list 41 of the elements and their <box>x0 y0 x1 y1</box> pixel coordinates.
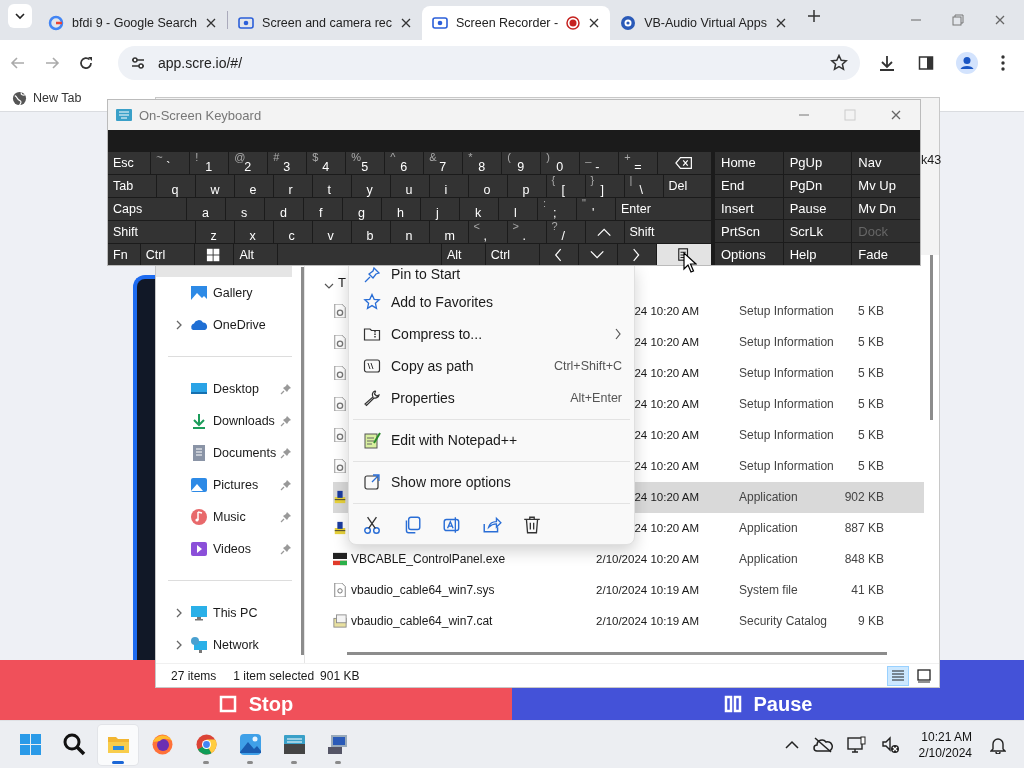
address-text: k43 <box>921 153 942 167</box>
file-type: Setup Information <box>738 397 835 412</box>
file-size: 41 KB <box>850 583 884 598</box>
selection-size: 901 KB <box>320 668 360 683</box>
file-size: 9 KB <box>857 614 884 629</box>
file-type: Setup Information <box>738 366 835 381</box>
file-size: 5 KB <box>857 428 884 443</box>
file-type: Application <box>738 490 799 505</box>
file-date: 2/10/2024 10:19 AM <box>595 584 699 597</box>
file-type: Setup Information <box>738 428 835 443</box>
file-type: Setup Information <box>738 335 835 350</box>
file-date: 2/10/2024 10:20 AM <box>595 553 699 566</box>
file-type: Setup Information <box>738 459 835 474</box>
file-date: 24 10:20 AM <box>633 522 699 535</box>
file-date: 24 10:20 AM <box>633 398 699 411</box>
file-size: 5 KB <box>857 304 884 319</box>
window-title: On-Screen Keyboard <box>139 107 263 123</box>
file-name: vbaudio_cable64_win7.cat <box>350 614 494 629</box>
file-date: 24 10:20 AM <box>633 336 699 349</box>
file-type: Application <box>738 552 799 567</box>
file-size: 5 KB <box>857 459 884 474</box>
file-date: 2/10/2024 10:19 AM <box>595 615 699 628</box>
file-size: 887 KB <box>843 521 884 536</box>
file-type: System file <box>738 583 799 598</box>
file-type: Security Catalog <box>738 614 829 629</box>
file-size: 5 KB <box>857 366 884 381</box>
file-name: VBCABLE_ControlPanel.exe <box>350 552 507 567</box>
file-size: 848 KB <box>843 552 884 567</box>
file-size: 902 KB <box>843 490 884 505</box>
file-date: 24 10:20 AM <box>633 367 699 380</box>
file-name: vbaudio_cable64_win7.sys <box>350 583 496 598</box>
file-date: 24 10:20 AM <box>633 491 699 504</box>
file-size: 5 KB <box>857 335 884 350</box>
file-date: 24 10:20 AM <box>633 429 699 442</box>
file-date: 24 10:20 AM <box>633 305 699 318</box>
file-type: Setup Information <box>738 304 835 319</box>
selection-info: 1 item selected <box>233 668 315 683</box>
file-type: Application <box>738 521 799 536</box>
item-count: 27 items <box>171 668 217 683</box>
file-size: 5 KB <box>857 397 884 412</box>
file-date: 24 10:20 AM <box>633 460 699 473</box>
